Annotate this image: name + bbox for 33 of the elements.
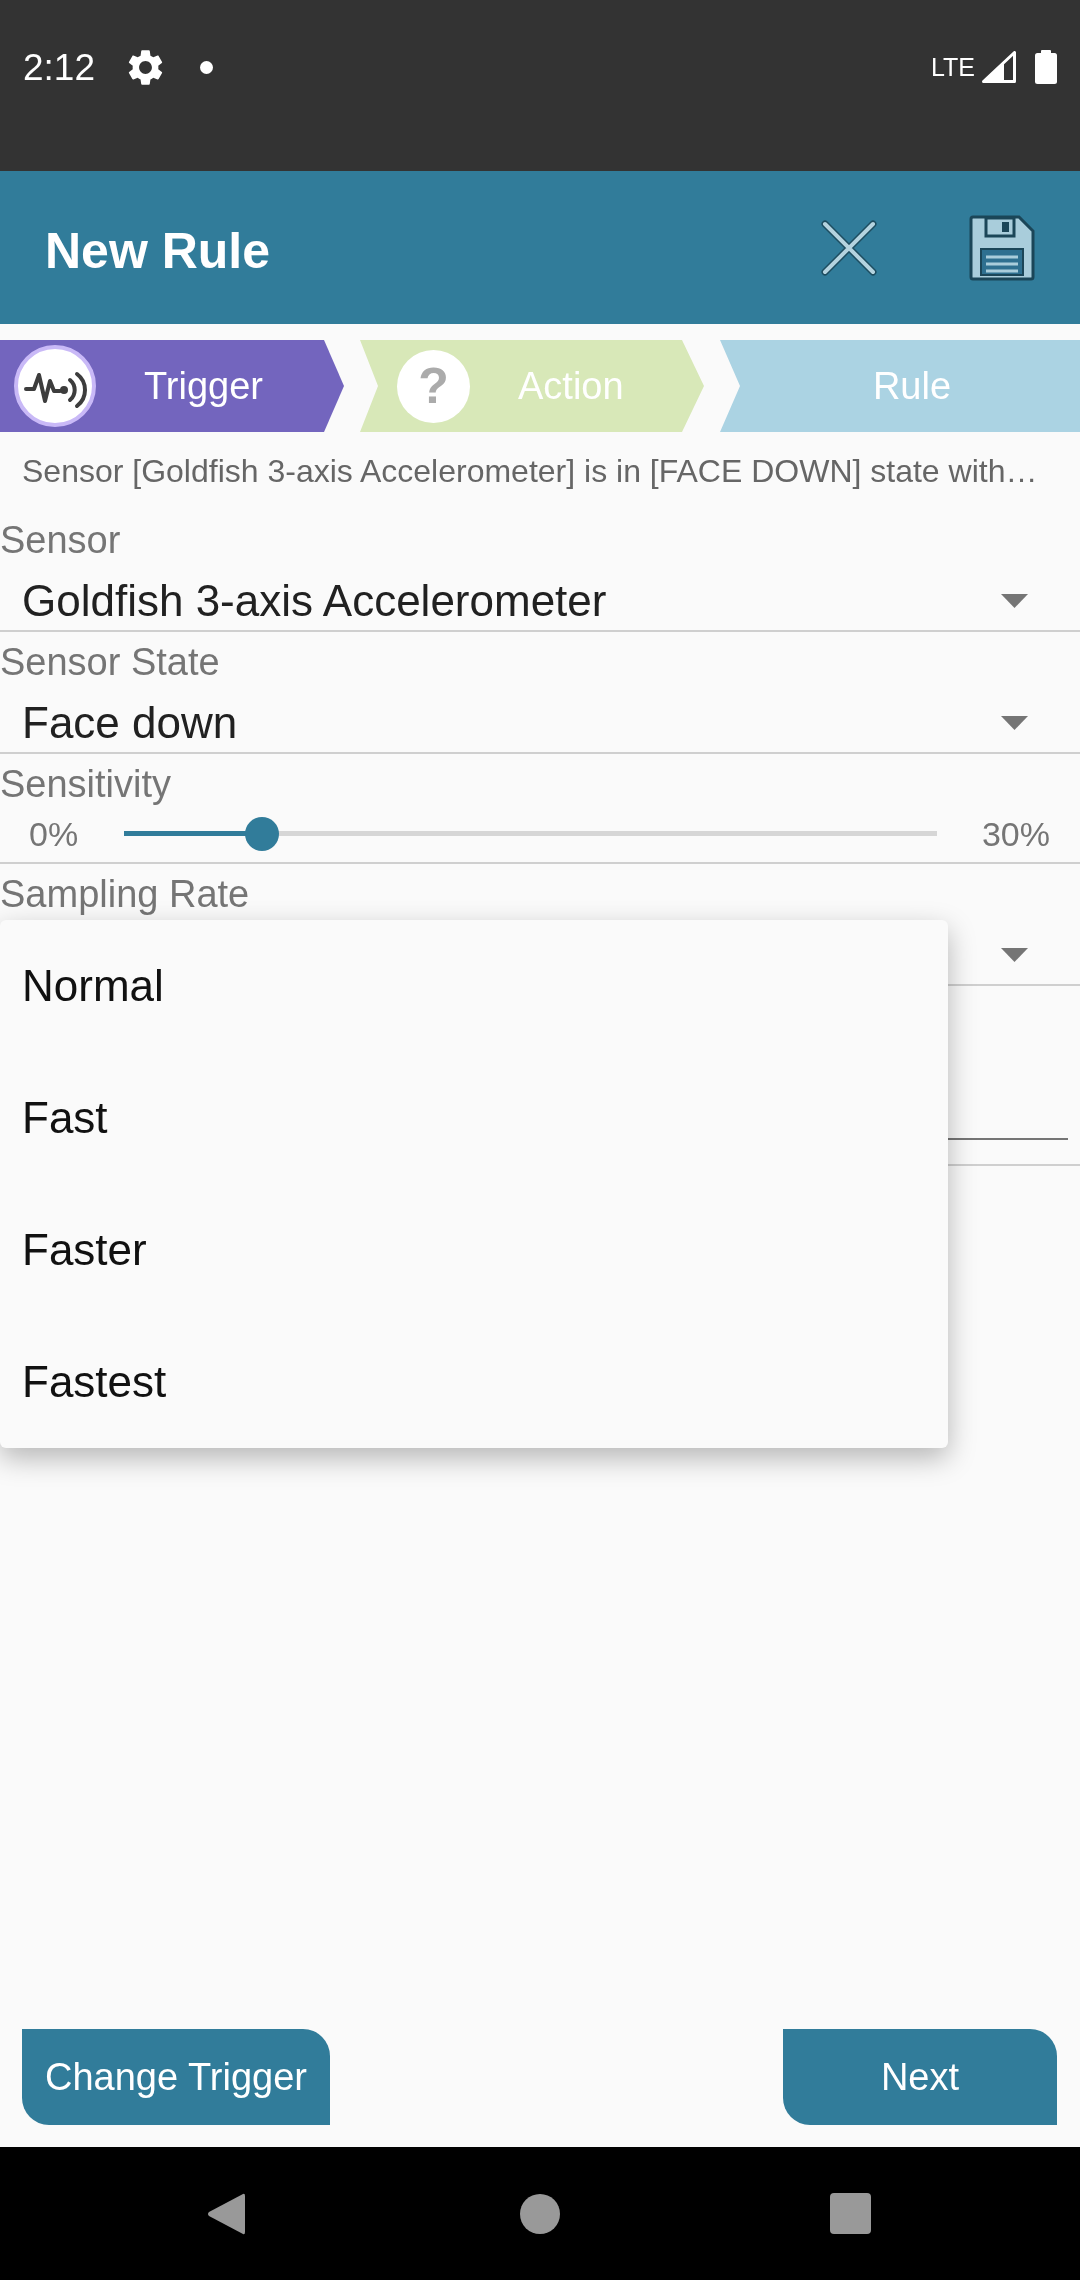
dropdown-option[interactable]: Faster xyxy=(0,1184,948,1316)
slider-track[interactable] xyxy=(124,817,937,851)
slider-max-label: 30% xyxy=(981,817,1050,851)
app-title: New Rule xyxy=(45,221,271,276)
dropdown-caret-icon xyxy=(1001,947,1028,962)
rule-summary-text: Sensor [Goldfish 3-axis Accelerometer] is in [FACE DOWN] state with… xyxy=(22,455,1038,487)
dropdown-caret-icon xyxy=(1001,593,1028,608)
dropdown-caret-icon xyxy=(1001,715,1028,730)
field-label: Sensor xyxy=(0,518,122,562)
close-icon[interactable] xyxy=(821,219,877,276)
dropdown-option[interactable]: Fastest xyxy=(0,1316,948,1448)
clock-time: 2:12 xyxy=(23,48,95,86)
signal-icon xyxy=(982,51,1016,83)
gear-icon xyxy=(128,49,163,85)
back-icon[interactable] xyxy=(207,2191,245,2236)
field-label: Sampling Rate xyxy=(0,872,251,916)
dropdown-option[interactable]: Normal xyxy=(0,920,948,1052)
step-tab[interactable]: Trigger xyxy=(0,340,344,432)
dropdown-option[interactable]: Fast xyxy=(0,1052,948,1184)
field-label: Sensor State xyxy=(0,640,221,684)
save-icon[interactable] xyxy=(969,214,1035,281)
field-label: Sensitivity xyxy=(0,762,173,806)
home-icon[interactable] xyxy=(520,2193,560,2234)
dropdown-field[interactable]: Goldfish 3-axis Accelerometer xyxy=(0,562,1080,630)
question-mark-icon: ? xyxy=(397,349,470,423)
change-trigger-button[interactable]: Change Trigger xyxy=(22,2029,330,2125)
slider-thumb[interactable] xyxy=(245,817,280,851)
pulse-wave-icon xyxy=(14,345,96,427)
slider-min-label: 0% xyxy=(29,817,79,851)
network-type-label: LTE xyxy=(931,54,975,80)
next-button[interactable]: Next xyxy=(783,2029,1057,2125)
dropdown-field[interactable]: Face down xyxy=(0,684,1080,752)
battery-icon xyxy=(1035,50,1057,84)
